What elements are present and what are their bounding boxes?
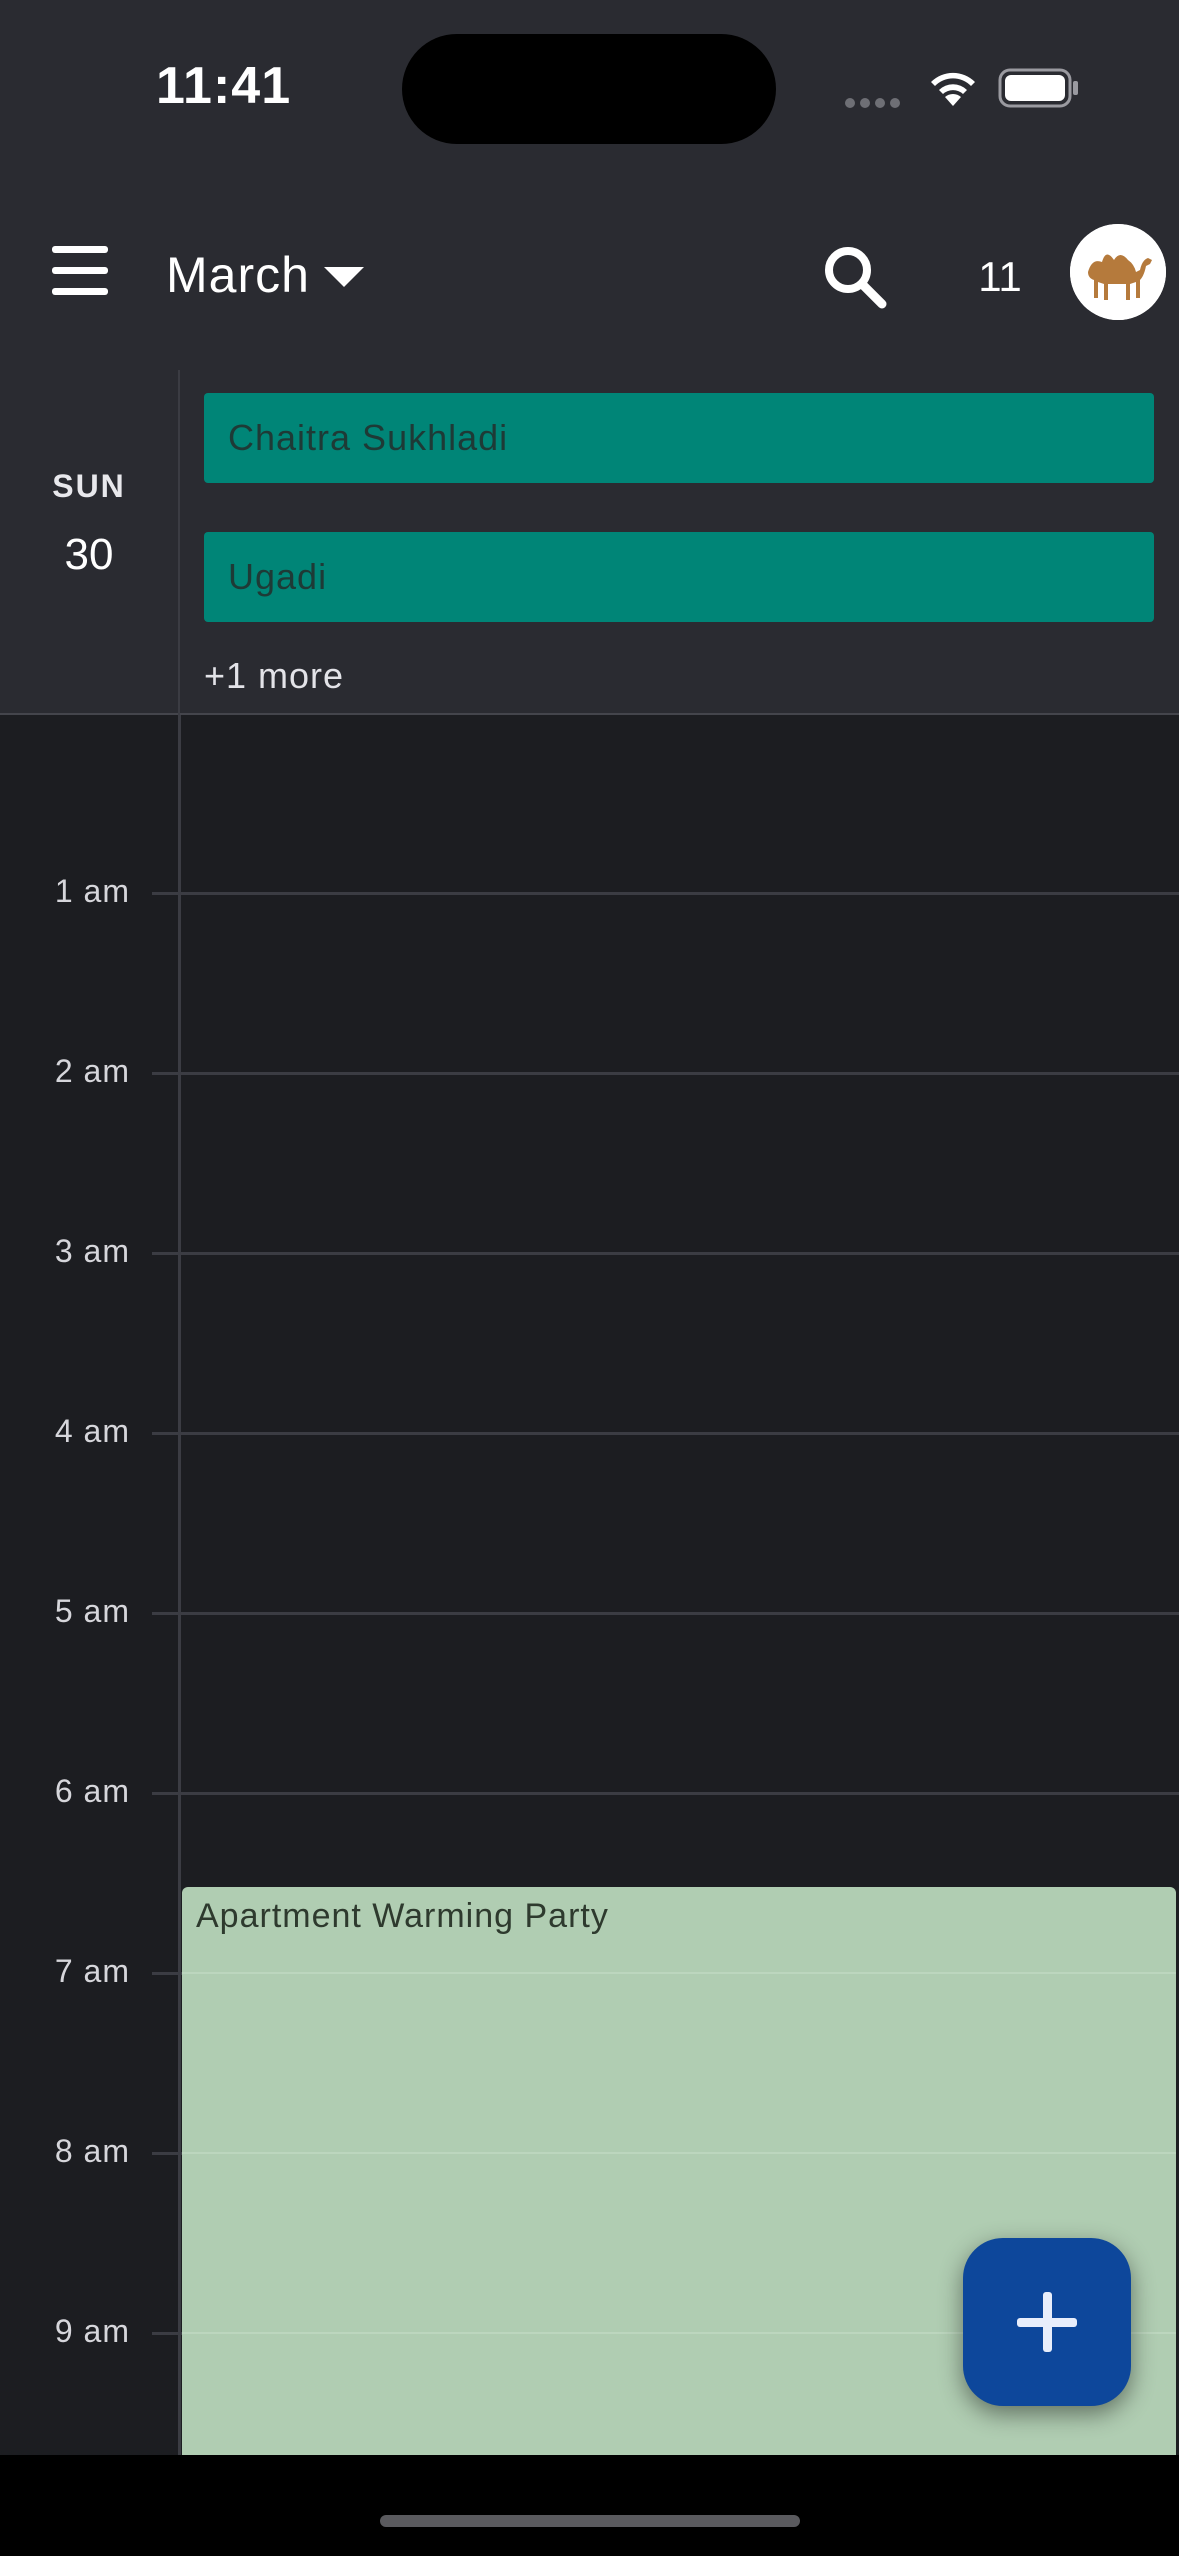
calendar-day-screen: 11:41 March 11 SUN 30 Chaitra Sukhladi U… xyxy=(0,0,1179,2556)
day-name: SUN xyxy=(52,468,126,504)
hour-line xyxy=(182,2152,1176,2154)
hour-tick xyxy=(152,2332,182,2335)
add-event-button[interactable] xyxy=(963,2238,1131,2406)
divider xyxy=(178,370,180,715)
month-selector[interactable]: March xyxy=(166,240,364,310)
hour-label: 1 am xyxy=(54,873,130,909)
home-indicator[interactable] xyxy=(380,2515,800,2527)
hour-label: 5 am xyxy=(54,1593,130,1629)
grid-divider xyxy=(178,715,181,2455)
dynamic-island xyxy=(402,34,776,144)
hour-line xyxy=(152,892,1179,895)
search-icon[interactable] xyxy=(820,242,890,312)
today-button[interactable]: 11 xyxy=(960,244,1040,310)
plus-icon xyxy=(1043,2292,1052,2352)
hour-label: 6 am xyxy=(54,1773,130,1809)
hour-line xyxy=(182,1972,1176,1974)
hour-line xyxy=(152,1252,1179,1255)
hour-label: 4 am xyxy=(54,1413,130,1449)
month-label: March xyxy=(166,247,310,303)
all-day-section: SUN 30 Chaitra Sukhladi Ugadi +1 more xyxy=(0,370,1179,715)
day-number: 30 xyxy=(64,530,114,579)
hour-label: 7 am xyxy=(54,1953,130,1989)
hour-label: 9 am xyxy=(54,2313,130,2349)
home-bar-area xyxy=(0,2455,1179,2556)
hour-tick xyxy=(152,2152,182,2155)
hour-label: 8 am xyxy=(54,2133,130,2169)
battery-icon xyxy=(998,68,1078,108)
hamburger-menu-icon[interactable] xyxy=(52,246,116,302)
status-time: 11:41 xyxy=(156,57,292,115)
hour-line xyxy=(152,1072,1179,1075)
day-header[interactable]: SUN 30 xyxy=(0,370,178,715)
status-bar: 11:41 xyxy=(0,0,1179,180)
hour-label: 3 am xyxy=(54,1233,130,1269)
hour-label: 2 am xyxy=(54,1053,130,1089)
cellular-signal-icon xyxy=(845,95,907,108)
camel-icon xyxy=(1070,224,1166,320)
more-events-link[interactable]: +1 more xyxy=(204,655,344,697)
hour-line xyxy=(152,1792,1179,1795)
event-title: Apartment Warming Party xyxy=(196,1897,609,1935)
all-day-event[interactable]: Chaitra Sukhladi xyxy=(204,393,1154,483)
hour-line xyxy=(152,1612,1179,1615)
app-header: March 11 xyxy=(0,180,1179,370)
wifi-icon xyxy=(931,72,975,106)
all-day-event[interactable]: Ugadi xyxy=(204,532,1154,622)
time-grid[interactable]: 1 am 2 am 3 am 4 am 5 am 6 am Apartment … xyxy=(0,715,1179,2455)
camel-avatar[interactable] xyxy=(1070,224,1166,320)
hour-tick xyxy=(152,1972,182,1975)
hour-line xyxy=(152,1432,1179,1435)
caret-down-icon xyxy=(323,267,364,287)
